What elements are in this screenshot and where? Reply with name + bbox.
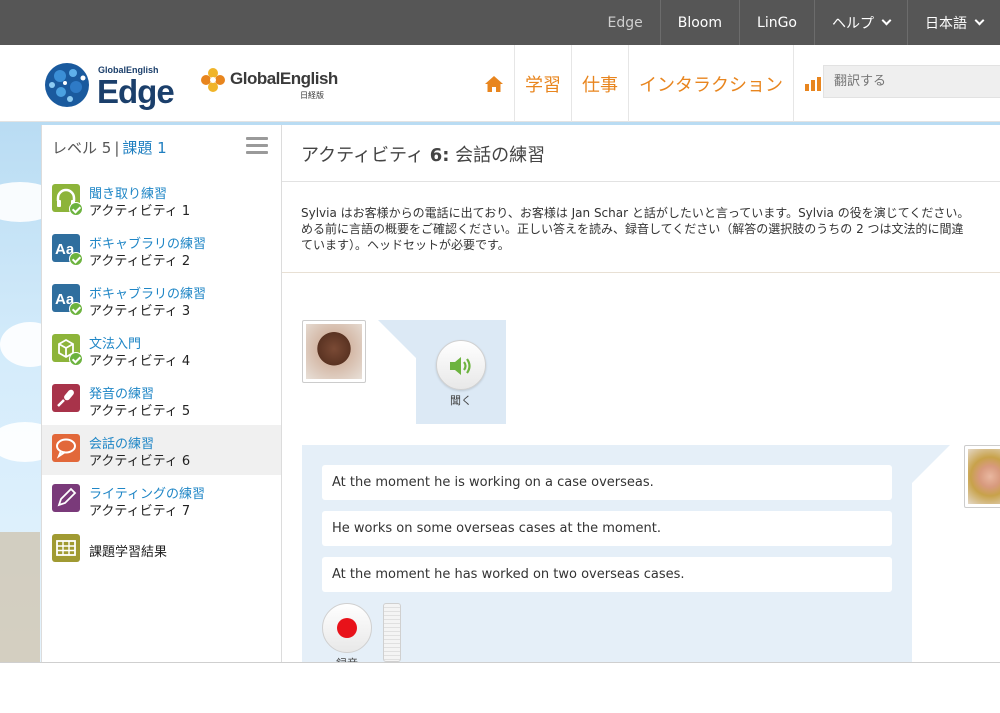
answer-choice-1[interactable]: At the moment he is working on a case ov… [322,465,892,500]
sidebar-item-results[interactable]: 課題学習結果 [42,525,281,575]
edge-logo-text: Edge [97,73,175,110]
nav-work-label: 仕事 [582,74,618,96]
activity-sidebar: レベル 5 | 課題 1 聞き取り練習 アクティビティ 1 Aa ボキャブラリの練習… [41,125,282,662]
listen-bubble: 聞く [378,320,506,424]
sidebar-item-pronunciation[interactable]: 発音の練習 アクティビティ 5 [42,375,281,425]
language-label: 日本語 [925,15,967,32]
translate-input[interactable] [823,65,1000,98]
nav-interaction[interactable]: インタラクション [629,45,794,122]
answer-choice-3[interactable]: At the moment he has worked on two overs… [322,557,892,592]
level-label: レベル 5 [52,139,112,157]
instructions-line: める前に言語の概要をご確認ください。正しい答えを読み、録音してください（解答の選… [301,222,964,236]
globalenglish-logo-subtext: 日経版 [300,91,324,100]
answer-panel: At the moment he is working on a case ov… [302,445,912,670]
divider [282,272,1000,273]
topbar-bloom-link[interactable]: Bloom [659,0,739,45]
pencil-icon [52,484,80,512]
activity-instructions: Sylvia はお客様からの電話に出ており、お客様は Jan Schar と話が… [301,205,1000,253]
listen-label: 聞く [450,394,472,407]
top-bar: Edge Bloom LinGo ヘルプ 日本語 [0,0,1000,45]
sidebar-item-subtitle: アクティビティ 5 [89,404,191,419]
customer-avatar [964,445,1000,508]
activity-title-number: 6: [429,145,450,166]
sidebar-item-title: 課題学習結果 [89,545,168,560]
speech-bubble-icon [52,434,80,462]
topbar-edge-label: Edge [607,14,643,31]
topbar-edge-link[interactable]: Edge [591,0,660,45]
flower-logo-icon [201,68,225,92]
sidebar-item-vocabulary-1[interactable]: Aa ボキャブラリの練習 アクティビティ 2 [42,225,281,275]
globe-logo-icon [45,63,89,107]
answer-choice-2[interactable]: He works on some overseas cases at the m… [322,511,892,546]
home-icon [485,75,503,92]
nav-interaction-label: インタラクション [639,74,783,96]
edge-logo[interactable]: GlobalEnglish Edge [43,59,193,111]
page-bottom [0,662,1000,713]
sidebar-item-subtitle: アクティビティ 3 [89,304,191,319]
completed-check-icon [69,202,83,216]
caller-avatar [302,320,366,383]
globalenglish-logo[interactable]: GlobalEnglish 日経版 [200,67,340,103]
sidebar-item-conversation[interactable]: 会話の練習 アクティビティ 6 [42,425,281,475]
header: GlobalEnglish Edge GlobalEnglish 日経版 学習 … [0,45,1000,122]
sidebar-item-subtitle: アクティビティ 4 [89,354,191,369]
completed-check-icon [69,252,83,266]
globalenglish-logo-text: GlobalEnglish [230,69,338,88]
bar-chart-icon [805,76,821,91]
nav-home[interactable] [474,45,515,122]
level-task-header: レベル 5 | 課題 1 [52,137,167,158]
sidebar-item-grammar[interactable]: 文法入門 アクティビティ 4 [42,325,281,375]
sidebar-item-listening[interactable]: 聞き取り練習 アクティビティ 1 [42,175,281,225]
activity-title-prefix: アクティビティ [301,145,424,166]
help-label: ヘルプ [832,15,874,32]
sidebar-item-subtitle: アクティビティ 7 [89,504,191,519]
instructions-line: Sylvia はお客様からの電話に出ており、お客様は Jan Schar と話が… [301,206,970,220]
topbar-lingo-label: LinGo [757,14,797,31]
chevron-down-icon [881,15,892,26]
activity-title-name: 会話の練習 [455,145,546,166]
activity-title: アクティビティ 6: 会話の練習 [301,141,545,167]
record-button[interactable] [322,603,372,653]
record-icon [337,618,357,638]
sidebar-item-subtitle: アクティビティ 6 [89,454,191,469]
divider [282,181,1000,182]
nav-work[interactable]: 仕事 [572,45,629,122]
main-nav: 学習 仕事 インタラクション [474,45,832,122]
hamburger-menu-icon[interactable] [246,137,268,155]
volume-meter [383,603,401,662]
nav-study[interactable]: 学習 [515,45,572,122]
listen-button[interactable] [436,340,486,390]
nav-study-label: 学習 [525,74,561,96]
results-grid-icon [52,534,80,562]
sidebar-item-subtitle: アクティビティ 2 [89,254,191,269]
microphone-icon [52,384,80,412]
chevron-down-icon [974,15,985,26]
help-dropdown[interactable]: ヘルプ [814,0,907,45]
sidebar-item-vocabulary-2[interactable]: Aa ボキャブラリの練習 アクティビティ 3 [42,275,281,325]
answer-panel-tail [912,445,950,483]
topbar-bloom-label: Bloom [677,14,723,31]
speaker-icon [450,357,471,375]
completed-check-icon [69,352,83,366]
level-separator: | [114,139,120,157]
completed-check-icon [69,302,83,316]
sidebar-item-writing[interactable]: ライティングの練習 アクティビティ 7 [42,475,281,525]
instructions-line: ています）。ヘッドセットが必要です。 [301,238,510,252]
language-dropdown[interactable]: 日本語 [907,0,1000,45]
task-link[interactable]: 課題 1 [122,139,166,157]
sidebar-item-subtitle: アクティビティ 1 [89,204,191,219]
activity-main: アクティビティ 6: 会話の練習 Sylvia はお客様からの電話に出ており、お… [282,125,1000,670]
topbar-lingo-link[interactable]: LinGo [739,0,814,45]
